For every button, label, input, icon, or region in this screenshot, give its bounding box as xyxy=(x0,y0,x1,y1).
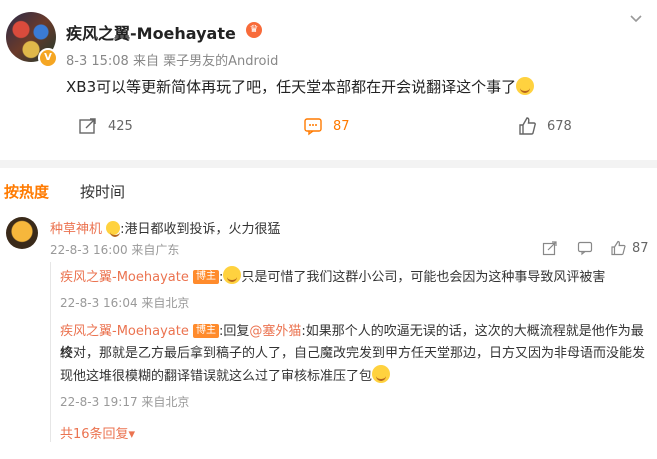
reply-1: 疾风之翼-Moehayate 博主: 只是可惜了我们这群小公司，可能也会因为这种事… xyxy=(60,266,605,289)
more-replies-link[interactable]: 共16条回复▾ xyxy=(60,423,135,442)
reply-icon[interactable] xyxy=(577,240,593,256)
reply-author[interactable]: 疾风之翼-Moehayate xyxy=(60,324,189,339)
repost-icon xyxy=(79,118,96,134)
blogger-badge: 博主 xyxy=(192,270,219,284)
comment-meta: 22-8-3 16:00 来自广东 xyxy=(50,243,180,257)
comment-icon xyxy=(304,118,322,136)
laugh-cry-emoji-icon xyxy=(372,365,391,383)
comment-count: 87 xyxy=(333,118,350,134)
reply-2-line-2: 校对，那就是乙方最后拿到稿子的人了，自己魔改完发到甲方任天堂那边，日方又因为非母… xyxy=(60,346,646,361)
vip-icon: ♛ xyxy=(246,22,262,38)
like-button[interactable]: 678 xyxy=(517,116,572,136)
repost-count: 425 xyxy=(108,118,133,134)
tab-sort-hot[interactable]: 按热度 xyxy=(4,181,49,202)
verified-icon: V xyxy=(38,48,58,68)
mention-link[interactable]: @塞外猫 xyxy=(249,324,301,339)
comment-text: :港日都收到投诉，火力很猛 xyxy=(120,222,281,237)
reply-meta: 22-8-3 19:17 来自北京 xyxy=(60,395,190,409)
reply-author[interactable]: 疾风之翼-Moehayate xyxy=(60,270,189,285)
share-icon[interactable] xyxy=(542,240,558,256)
repost-button[interactable]: 425 xyxy=(78,116,133,136)
commenter-avatar[interactable] xyxy=(6,217,38,249)
reply-meta: 22-8-3 16:04 来自北京 xyxy=(60,296,190,310)
commenter-badge-icon xyxy=(106,221,121,237)
like-count: 678 xyxy=(547,118,572,134)
tab-sort-time[interactable]: 按时间 xyxy=(80,181,125,202)
commenter-name[interactable]: 种草神机 xyxy=(50,222,102,237)
comment-like-button[interactable]: 87 xyxy=(610,240,649,256)
author-name[interactable]: 疾风之翼-Moehayate xyxy=(66,20,236,44)
reply-2-line-3: 现他这堆很模糊的翻译错误就这么过了审核标准压了包 xyxy=(60,365,391,388)
section-divider xyxy=(0,160,657,168)
post-text: XB3可以等更新简体再玩了吧，任天堂本部都在开会说翻译这个事了 xyxy=(66,76,535,97)
thumbs-up-icon xyxy=(519,117,536,135)
laugh-cry-emoji-icon xyxy=(223,266,242,284)
blogger-badge: 博主 xyxy=(192,324,219,338)
comment-like-count: 87 xyxy=(632,240,649,256)
thumbs-up-icon xyxy=(611,240,626,256)
reply-text: 只是可惜了我们这群小公司，可能也会因为这种事导致风评被害 xyxy=(241,270,606,285)
post-meta: 8-3 15:08 来自 栗子男友的Android xyxy=(66,54,279,69)
comment-line: 种草神机 :港日都收到投诉，火力很猛 xyxy=(50,218,281,237)
chevron-down-icon[interactable] xyxy=(628,10,644,26)
laugh-cry-emoji-icon xyxy=(516,77,535,95)
comment-button[interactable]: 87 xyxy=(303,116,350,136)
